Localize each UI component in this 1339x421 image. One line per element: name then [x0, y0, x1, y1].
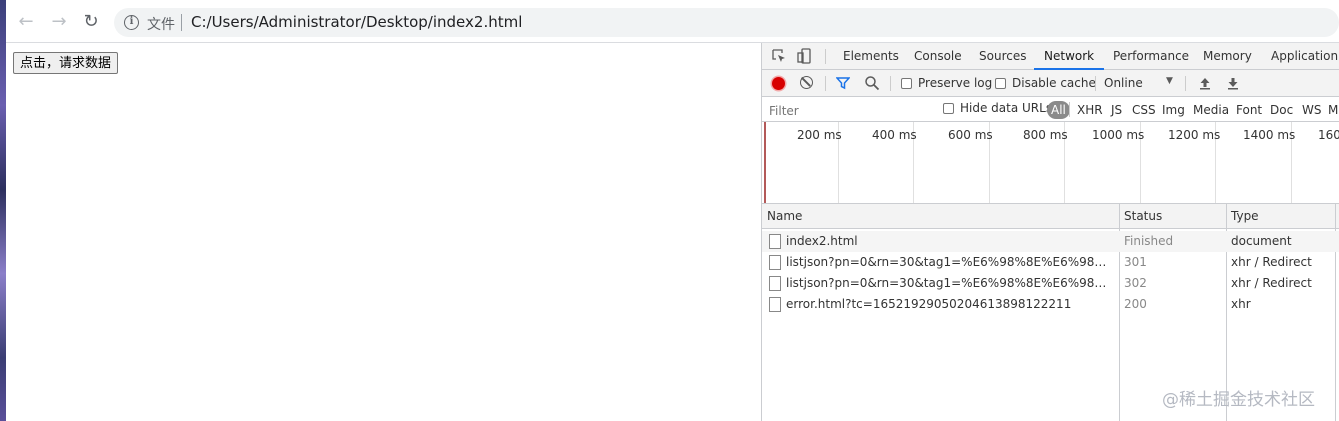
- tab-elements[interactable]: Elements: [843, 43, 899, 70]
- request-name: error.html?tc=16521929050204613898122211: [786, 297, 1072, 311]
- request-status: 301: [1124, 255, 1147, 269]
- request-type: xhr / Redirect: [1231, 276, 1312, 290]
- reload-icon[interactable]: ↻: [81, 12, 101, 32]
- request-status: 200: [1124, 297, 1147, 311]
- browser-toolbar: ← → ↻ i 文件 C:/Users/Administrator/Deskto…: [6, 0, 1339, 43]
- tab-network[interactable]: Network: [1034, 43, 1105, 70]
- tab-application[interactable]: Application: [1271, 43, 1338, 70]
- export-har-icon[interactable]: [1226, 76, 1240, 90]
- column-header-type[interactable]: Type: [1226, 204, 1259, 229]
- clear-icon[interactable]: [800, 76, 813, 89]
- type-filter-media[interactable]: Media: [1190, 101, 1232, 119]
- table-row[interactable]: error.html?tc=16521929050204613898122211…: [762, 294, 1339, 315]
- timeline-tick-label: 800 ms: [1023, 128, 1068, 142]
- timeline-marker: [764, 122, 766, 203]
- watermark-text: @稀土掘金技术社区: [1162, 390, 1315, 410]
- filter-divider: [1069, 102, 1070, 117]
- type-filter-img[interactable]: Img: [1159, 101, 1188, 119]
- timeline-tick-label: 600 ms: [948, 128, 993, 142]
- preserve-log-checkbox[interactable]: [901, 78, 912, 89]
- tab-memory[interactable]: Memory: [1203, 43, 1252, 70]
- request-name: index2.html: [786, 234, 858, 248]
- import-har-icon[interactable]: [1198, 76, 1212, 90]
- timeline-tick-label: 200 ms: [797, 128, 842, 142]
- request-status: 302: [1124, 276, 1147, 290]
- table-row[interactable]: listjson?pn=0&rn=30&tag1=%E6%98%8E%E6%98…: [762, 252, 1339, 273]
- address-divider: [181, 14, 182, 31]
- toolbar-divider: [890, 76, 891, 91]
- type-filter-all[interactable]: All: [1047, 101, 1070, 119]
- timeline-tick-label: 1000 ms: [1092, 128, 1145, 142]
- inspect-element-icon[interactable]: [771, 48, 787, 64]
- type-filter-font[interactable]: Font: [1233, 101, 1265, 119]
- timeline-tick-label: 400 ms: [872, 128, 917, 142]
- type-filter-css[interactable]: CSS: [1129, 101, 1159, 119]
- tab-console[interactable]: Console: [914, 43, 962, 70]
- table-header: Name Status Type: [762, 204, 1339, 229]
- table-row[interactable]: listjson?pn=0&rn=30&tag1=%E6%98%8E%E6%98…: [762, 273, 1339, 294]
- tab-sources[interactable]: Sources: [979, 43, 1026, 70]
- request-type: xhr: [1231, 297, 1251, 311]
- search-icon[interactable]: [864, 75, 880, 91]
- table-row[interactable]: index2.html Finished document: [762, 231, 1339, 252]
- toolbar-divider: [825, 76, 826, 91]
- info-icon[interactable]: i: [124, 15, 139, 30]
- request-name: listjson?pn=0&rn=30&tag1=%E6%98%8E%E6%98…: [786, 255, 1114, 269]
- request-status: Finished: [1124, 234, 1174, 248]
- throttle-select[interactable]: Online: [1104, 76, 1143, 90]
- request-data-button[interactable]: 点击，请求数据: [13, 52, 119, 74]
- arrow-left-icon[interactable]: ←: [16, 12, 36, 32]
- timeline-tick-label: 1200 ms: [1168, 128, 1221, 142]
- type-filter-manifest[interactable]: M: [1325, 101, 1339, 119]
- timeline-tick-label: 160: [1318, 128, 1339, 142]
- network-toolbar: Preserve log Disable cache Online ▼: [762, 70, 1339, 97]
- document-icon: [769, 297, 781, 312]
- url-text[interactable]: C:/Users/Administrator/Desktop/index2.ht…: [191, 13, 522, 31]
- request-type: xhr / Redirect: [1231, 255, 1312, 269]
- type-filter-js[interactable]: JS: [1108, 101, 1125, 119]
- column-header-status[interactable]: Status: [1119, 204, 1162, 229]
- chevron-down-icon[interactable]: ▼: [1166, 76, 1173, 86]
- network-overview-timeline[interactable]: 200 ms 400 ms 600 ms 800 ms 1000 ms 1200…: [762, 122, 1339, 204]
- tab-divider: [825, 49, 826, 64]
- document-icon: [769, 276, 781, 291]
- disable-cache-checkbox[interactable]: [995, 78, 1006, 89]
- filter-bar: Hide data URLs All XHR JS CSS Img Media …: [762, 97, 1339, 122]
- toolbar-divider: [1185, 76, 1186, 91]
- document-icon: [769, 234, 781, 249]
- filter-icon[interactable]: [836, 76, 850, 90]
- type-filter-doc[interactable]: Doc: [1267, 101, 1296, 119]
- hide-data-urls-label: Hide data URLs: [960, 101, 1053, 115]
- page-content: 点击，请求数据: [6, 43, 761, 421]
- tab-performance[interactable]: Performance: [1113, 43, 1189, 70]
- device-toolbar-icon[interactable]: [797, 48, 813, 64]
- column-header-name[interactable]: Name: [762, 204, 802, 229]
- type-filter-ws[interactable]: WS: [1299, 101, 1324, 119]
- document-icon: [769, 255, 781, 270]
- devtools-tabbar: Elements Console Sources Network Perform…: [762, 43, 1339, 70]
- scheme-label: 文件: [147, 17, 175, 33]
- devtools-panel: Elements Console Sources Network Perform…: [761, 43, 1339, 421]
- record-icon[interactable]: [772, 77, 785, 90]
- request-type: document: [1231, 234, 1292, 248]
- arrow-right-icon[interactable]: →: [49, 12, 69, 32]
- timeline-tick-label: 1400 ms: [1243, 128, 1296, 142]
- type-filter-xhr[interactable]: XHR: [1074, 101, 1106, 119]
- toolbar-divider: [1095, 76, 1096, 91]
- filter-input[interactable]: [765, 101, 929, 120]
- hide-data-urls-checkbox[interactable]: [943, 103, 954, 114]
- request-name: listjson?pn=0&rn=30&tag1=%E6%98%8E%E6%98…: [786, 276, 1114, 290]
- preserve-log-label: Preserve log: [918, 76, 993, 90]
- address-bar[interactable]: i 文件 C:/Users/Administrator/Desktop/inde…: [114, 8, 1339, 37]
- disable-cache-label: Disable cache: [1012, 76, 1096, 90]
